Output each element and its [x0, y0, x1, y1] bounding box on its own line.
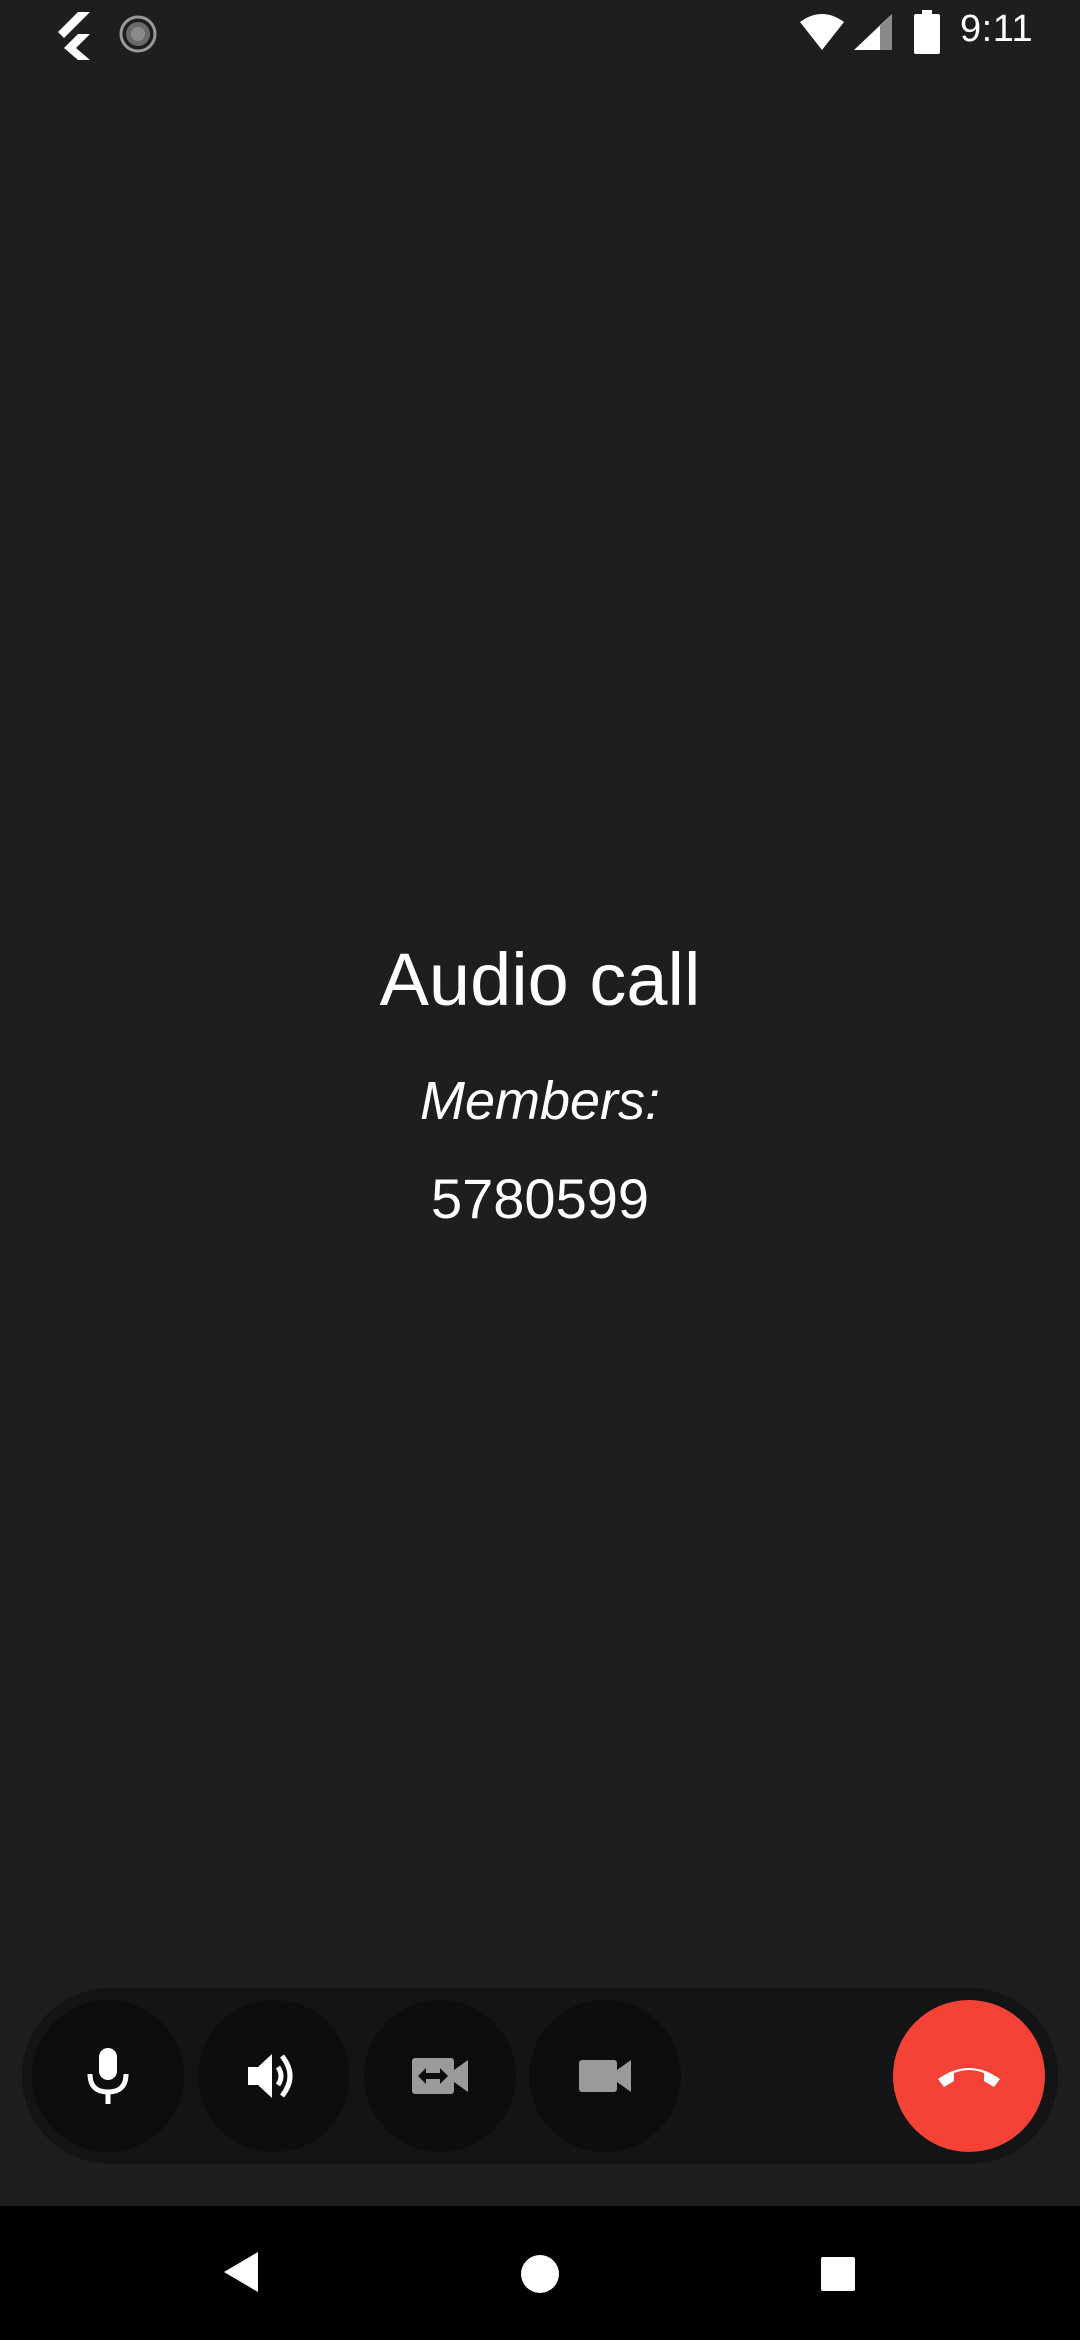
- flutter-icon: [58, 12, 90, 60]
- members-label: Members:: [419, 1071, 661, 1131]
- speaker-button[interactable]: [198, 2000, 350, 2152]
- microphone-icon: [87, 2048, 129, 2104]
- members-value: 5780599: [430, 1167, 649, 1230]
- call-title: Audio call: [379, 938, 701, 1021]
- hang-up-icon: [938, 2068, 1000, 2087]
- speaker-icon: [248, 2054, 293, 2098]
- video-toggle-button[interactable]: [529, 2000, 681, 2152]
- status-bar: 9:11: [0, 0, 1080, 66]
- call-info: Audio call Members: 5780599: [0, 930, 1080, 1234]
- wifi-icon: [800, 14, 844, 50]
- call-control-bar: [22, 1988, 1058, 2164]
- system-navigation-bar: [0, 2206, 1080, 2340]
- mute-microphone-button[interactable]: [32, 2000, 184, 2152]
- hang-up-button[interactable]: [893, 2000, 1045, 2152]
- back-icon[interactable]: [222, 2250, 262, 2294]
- call-screen: 9:11 Audio call Members: 5780599: [0, 0, 1080, 2340]
- video-camera-icon: [579, 2060, 631, 2092]
- cell-signal-icon: [854, 14, 892, 50]
- status-clock: 9:11: [960, 8, 1034, 50]
- switch-camera-icon: [412, 2058, 468, 2094]
- loading-spinner-icon: [119, 15, 157, 53]
- home-icon[interactable]: [520, 2254, 560, 2294]
- switch-camera-button[interactable]: [364, 2000, 516, 2152]
- battery-icon: [914, 10, 940, 54]
- recents-icon[interactable]: [820, 2256, 856, 2292]
